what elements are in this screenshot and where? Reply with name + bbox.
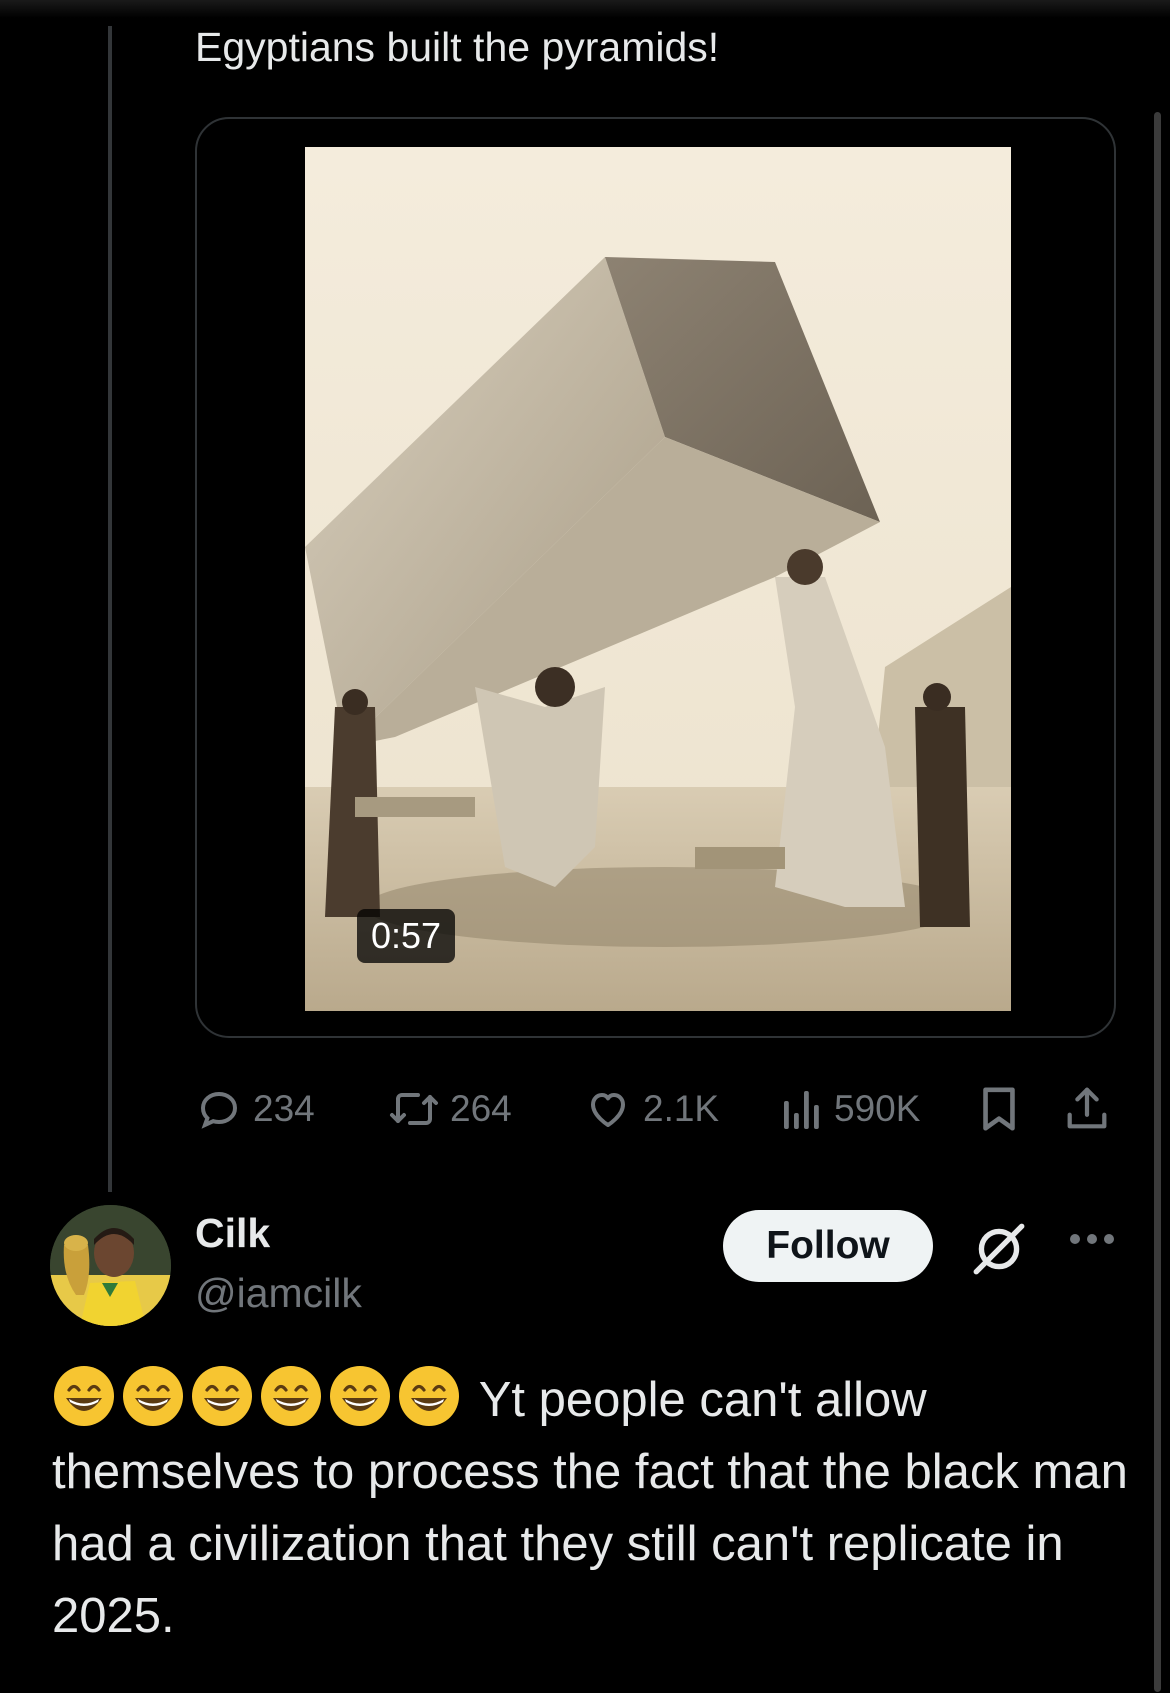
emoji-row <box>52 1366 479 1427</box>
user-handle[interactable]: @iamcilk <box>195 1270 362 1317</box>
bookmark-button[interactable] <box>977 1080 1021 1138</box>
repost-button[interactable]: 264 <box>388 1080 512 1138</box>
like-icon <box>583 1085 633 1133</box>
repost-count: 264 <box>450 1088 512 1129</box>
grinning-face-emoji <box>54 1366 114 1426</box>
views-button[interactable]: 590K <box>780 1080 920 1138</box>
like-button[interactable]: 2.1K <box>583 1080 719 1138</box>
grok-icon[interactable] <box>968 1218 1030 1285</box>
avatar[interactable] <box>50 1205 171 1326</box>
video-thumbnail-art <box>305 147 1011 1011</box>
display-name[interactable]: Cilk <box>195 1210 270 1257</box>
video-thumbnail[interactable]: 0:57 <box>305 147 1011 1011</box>
grinning-face-emoji <box>330 1366 390 1426</box>
grinning-face-emoji <box>192 1366 252 1426</box>
like-count: 2.1K <box>643 1088 720 1129</box>
thread-line <box>108 26 112 1192</box>
reply-count: 234 <box>253 1088 315 1129</box>
video-player[interactable]: 0:57 <box>195 117 1116 1038</box>
follow-button[interactable]: Follow <box>723 1210 933 1282</box>
repost-icon <box>388 1085 440 1133</box>
reply-tweet-text: Yt people can't allow themselves to proc… <box>52 1364 1132 1652</box>
grinning-face-emoji <box>261 1366 321 1426</box>
views-count: 590K <box>834 1088 921 1129</box>
parent-tweet-text: Egyptians built the pyramids! <box>195 24 720 70</box>
reply-button[interactable]: 234 <box>195 1080 315 1138</box>
more-icon[interactable] <box>1068 1232 1116 1251</box>
tweet-actions-bar: 234 264 2.1K 590K <box>195 1080 1120 1138</box>
views-icon <box>780 1085 824 1133</box>
share-button[interactable] <box>1063 1080 1111 1138</box>
grinning-face-emoji <box>399 1366 459 1426</box>
grinning-face-emoji <box>123 1366 183 1426</box>
share-icon <box>1063 1084 1111 1134</box>
video-duration-badge: 0:57 <box>357 909 456 963</box>
scrollbar[interactable] <box>1154 112 1161 1692</box>
top-edge <box>0 0 1170 18</box>
bookmark-icon <box>977 1084 1021 1134</box>
reply-icon <box>195 1085 243 1133</box>
